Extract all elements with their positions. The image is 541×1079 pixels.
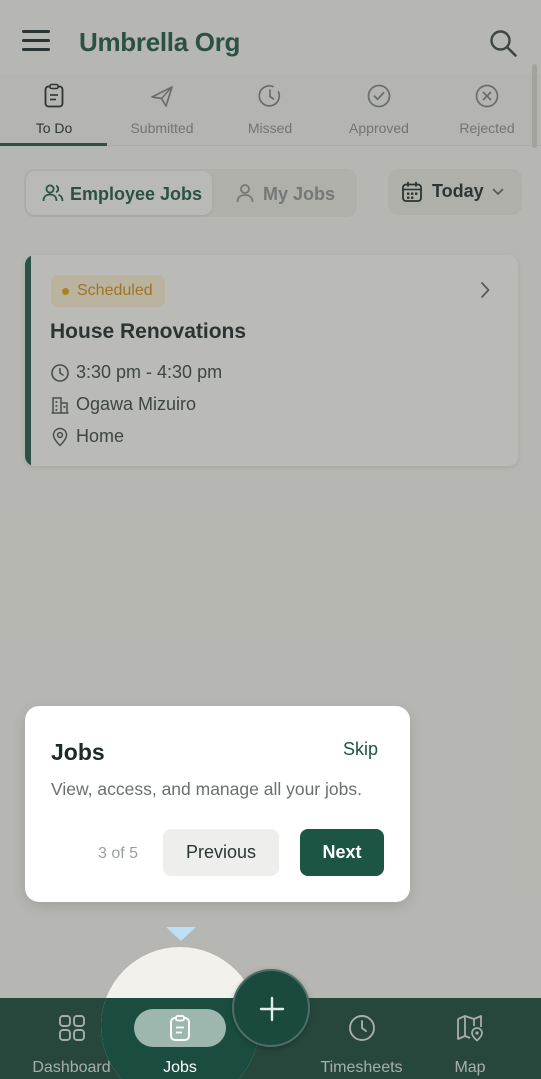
- nav-item-jobs[interactable]: [134, 1009, 226, 1047]
- skip-button[interactable]: Skip: [343, 739, 378, 760]
- coachmark-title: Jobs: [51, 739, 105, 765]
- tour-coachmark: Jobs Skip View, access, and manage all y…: [25, 706, 410, 902]
- previous-button[interactable]: Previous: [163, 829, 279, 876]
- plus-icon: [259, 996, 285, 1022]
- step-counter: 3 of 5: [98, 845, 139, 862]
- next-button[interactable]: Next: [300, 829, 384, 876]
- app-screen: Umbrella Org To Do Submitted Missed Appr…: [0, 0, 541, 1079]
- coachmark-description: View, access, and manage all your jobs.: [51, 779, 362, 799]
- tour-dim-overlay: [0, 0, 541, 1079]
- coachmark-pointer: [166, 927, 196, 941]
- add-button[interactable]: [232, 969, 310, 1047]
- nav-label-jobs: Jobs: [163, 1059, 197, 1076]
- clipboard-icon: [170, 1015, 190, 1041]
